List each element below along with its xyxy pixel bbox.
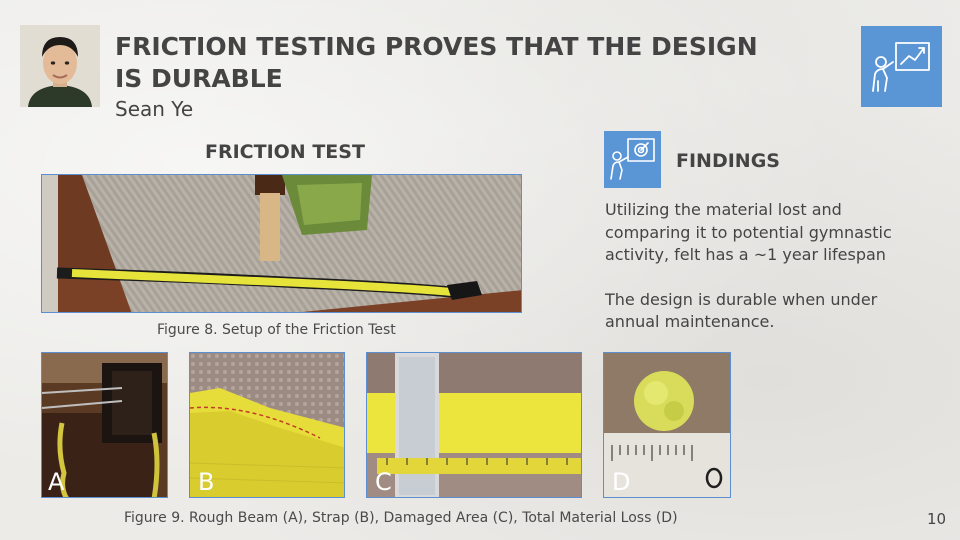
title-line-1: FRICTION TESTING PROVES THAT THE DESIGN (115, 32, 758, 61)
figure-9-caption: Figure 9. Rough Beam (A), Strap (B), Dam… (124, 510, 678, 526)
friction-test-heading: FRICTION TEST (205, 141, 365, 163)
figure-label-c: C (375, 468, 392, 496)
presenter-target-icon (604, 131, 661, 188)
friction-test-setup-photo (41, 174, 522, 313)
title-line-2: IS DURABLE (115, 64, 283, 93)
rough-beam-photo: A (41, 352, 168, 498)
damaged-area-photo: C (366, 352, 582, 498)
findings-paragraph-2: The design is durable when under annual … (605, 289, 878, 332)
figure-label-b: B (198, 468, 215, 496)
figure-label-a: A (48, 468, 65, 496)
strap-photo: B (189, 352, 345, 498)
findings-paragraph-1: Utilizing the material lost and comparin… (605, 200, 892, 264)
page-number: 10 (927, 510, 947, 528)
presentation-chart-icon (861, 26, 942, 107)
author-name: Sean Ye (115, 97, 194, 121)
figure-8-caption: Figure 8. Setup of the Friction Test (157, 322, 396, 338)
avatar (20, 25, 100, 107)
figure-label-d: D (612, 468, 631, 496)
findings-text: Utilizing the material lost and comparin… (605, 199, 925, 334)
material-loss-photo: D (603, 352, 731, 498)
findings-heading: FINDINGS (676, 150, 780, 172)
page-title: FRICTION TESTING PROVES THAT THE DESIGN … (115, 31, 815, 95)
